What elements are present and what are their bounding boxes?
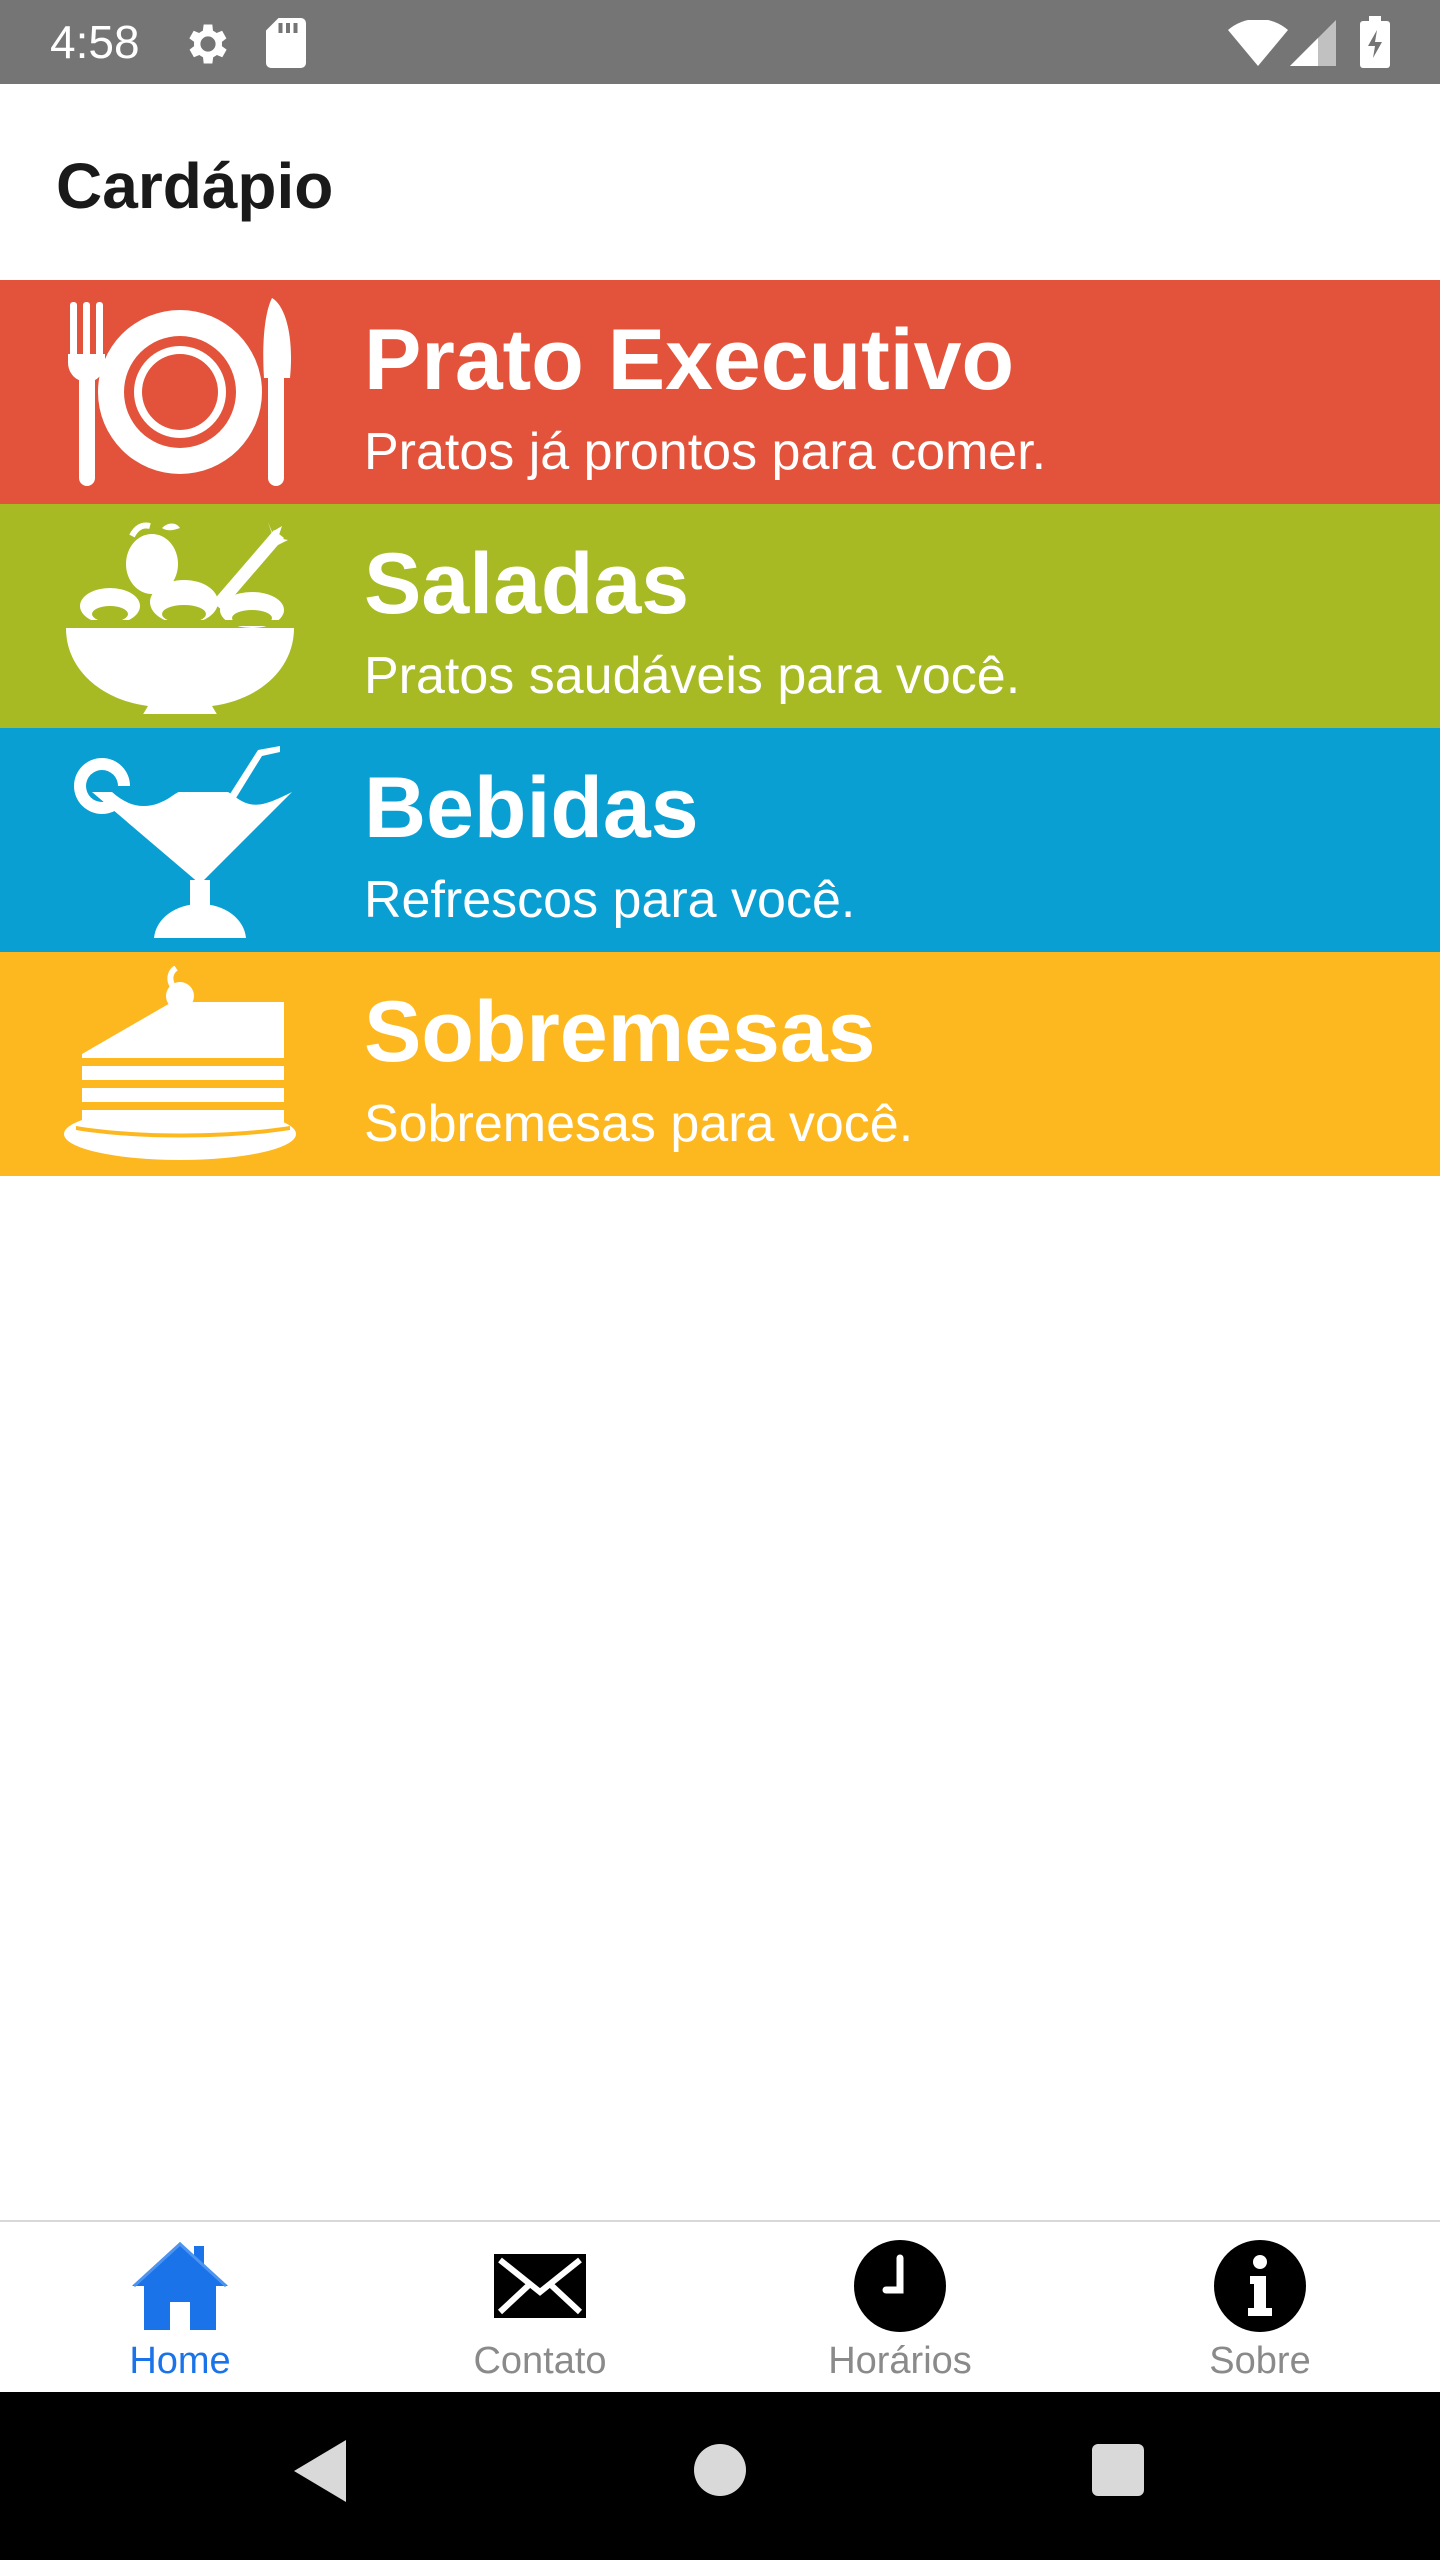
salad-bowl-icon <box>62 522 298 714</box>
recents-icon[interactable] <box>1090 2442 1146 2498</box>
bottom-nav: Home Contato Horários Sobre <box>0 2220 1440 2392</box>
page-title: Cardápio <box>56 150 334 222</box>
home-icon <box>132 2241 228 2330</box>
nav-label: Home <box>129 2340 231 2382</box>
category-subtitle: Pratos já prontos para comer. <box>364 423 1047 481</box>
system-nav-bar <box>0 2392 1440 2560</box>
nav-sobre[interactable]: Sobre <box>1080 2222 1440 2392</box>
category-list: Prato Executivo Pratos já prontos para c… <box>0 280 1440 1176</box>
app-bar: Cardápio <box>0 84 1440 280</box>
category-saladas[interactable]: Saladas Pratos saudáveis para você. <box>0 504 1440 728</box>
home-circle-icon[interactable] <box>692 2442 748 2498</box>
envelope-icon <box>494 2254 586 2318</box>
category-bebidas[interactable]: Bebidas Refrescos para você. <box>0 728 1440 952</box>
back-icon[interactable] <box>290 2436 350 2506</box>
nav-home[interactable]: Home <box>0 2222 360 2392</box>
nav-label: Horários <box>828 2340 972 2382</box>
wifi-icon <box>1228 20 1288 66</box>
category-title: Saladas <box>364 536 690 632</box>
signal-icon <box>1290 20 1336 66</box>
status-bar: 4:58 <box>0 0 1440 84</box>
clock-icon <box>854 2240 946 2332</box>
nav-label: Sobre <box>1209 2340 1311 2382</box>
category-prato-executivo[interactable]: Prato Executivo Pratos já prontos para c… <box>0 280 1440 504</box>
category-title: Prato Executivo <box>364 312 1014 408</box>
cake-slice-icon <box>64 966 296 1160</box>
cocktail-icon <box>74 746 292 938</box>
category-sobremesas[interactable]: Sobremesas Sobremesas para você. <box>0 952 1440 1176</box>
category-subtitle: Refrescos para você. <box>364 871 856 929</box>
category-subtitle: Sobremesas para você. <box>364 1095 914 1153</box>
sd-card-icon <box>266 18 306 68</box>
info-icon <box>1214 2240 1306 2332</box>
category-title: Sobremesas <box>364 984 876 1080</box>
battery-icon <box>1360 16 1390 68</box>
status-time: 4:58 <box>50 16 140 68</box>
nav-label: Contato <box>473 2340 607 2382</box>
category-title: Bebidas <box>364 760 699 856</box>
plate-cutlery-icon <box>68 298 292 486</box>
category-subtitle: Pratos saudáveis para você. <box>364 647 1021 705</box>
gear-icon <box>189 24 227 64</box>
nav-horarios[interactable]: Horários <box>720 2222 1080 2392</box>
nav-contato[interactable]: Contato <box>360 2222 720 2392</box>
